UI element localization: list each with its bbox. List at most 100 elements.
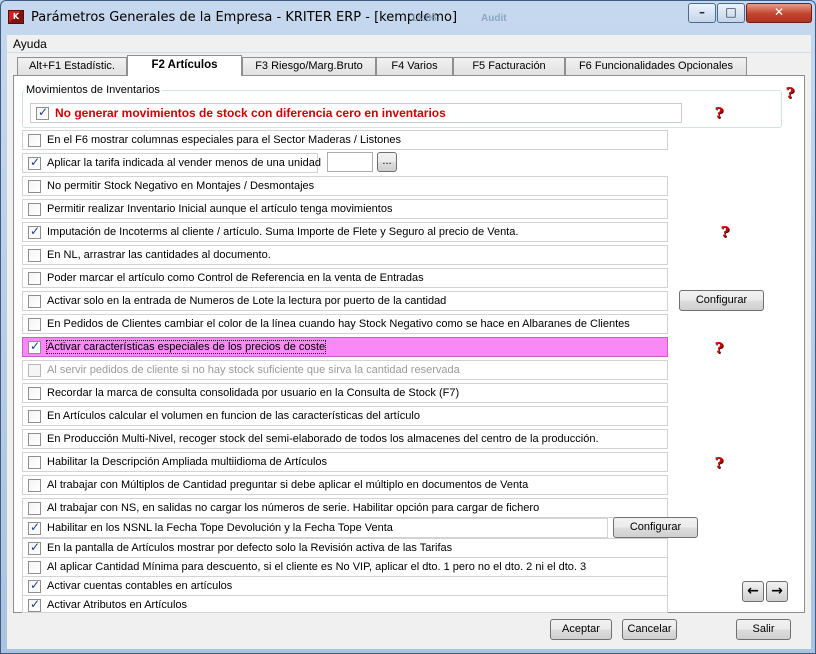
option-checkbox[interactable] <box>28 502 41 515</box>
option-label: Aplicar la tarifa indicada al vender men… <box>47 157 321 169</box>
option-checkbox[interactable] <box>28 249 41 262</box>
option-checkbox[interactable] <box>28 456 41 469</box>
help-icon[interactable]: ? <box>782 86 798 101</box>
option-checkbox[interactable] <box>28 318 41 331</box>
menu-bar: Ayuda <box>7 35 811 53</box>
option-checkbox[interactable] <box>28 387 41 400</box>
window-title: Parámetros Generales de la Empresa - KRI… <box>31 10 458 25</box>
prev-page-button[interactable]: ← <box>742 581 764 602</box>
accept-button[interactable]: Aceptar <box>550 619 612 640</box>
option-row[interactable]: En NL, arrastrar las cantidades al docum… <box>22 245 668 265</box>
option-checkbox[interactable] <box>28 410 41 423</box>
option-row[interactable]: Activar solo en la entrada de Numeros de… <box>22 291 668 311</box>
option-checkbox[interactable] <box>28 561 41 574</box>
articulos-panel: ? Movimientos de Inventarios No generar … <box>13 75 805 613</box>
tab-funcionalidades[interactable]: F6 Funcionalidades Opcionales <box>565 57 747 75</box>
inventory-option-checkbox[interactable] <box>36 105 49 120</box>
option-row[interactable]: Al aplicar Cantidad Mínima para descuent… <box>22 557 668 577</box>
minimize-button[interactable]: – <box>688 3 716 23</box>
tab-varios[interactable]: F4 Varios <box>376 57 453 75</box>
option-label: No permitir Stock Negativo en Montajes /… <box>47 180 315 192</box>
option-row[interactable]: Activar cuentas contables en artículos <box>22 576 668 596</box>
option-checkbox[interactable] <box>28 224 41 239</box>
option-label: Al servir pedidos de cliente si no hay s… <box>47 364 460 376</box>
option-row[interactable]: En la pantalla de Artículos mostrar por … <box>22 538 668 558</box>
option-checkbox[interactable] <box>28 134 41 147</box>
option-label: En NL, arrastrar las cantidades al docum… <box>47 249 271 261</box>
option-label: Al trabajar con Múltiplos de Cantidad pr… <box>47 479 529 491</box>
next-page-button[interactable]: → <box>766 581 788 602</box>
option-label: Al aplicar Cantidad Mínima para descuent… <box>47 561 587 573</box>
group-legend: Movimientos de Inventarios <box>24 84 162 96</box>
option-row: Al servir pedidos de cliente si no hay s… <box>22 360 668 380</box>
option-row[interactable]: Habilitar en los NSNL la Fecha Tope Devo… <box>22 518 608 538</box>
option-row[interactable]: Imputación de Incoterms al cliente / art… <box>22 222 668 242</box>
option-checkbox[interactable] <box>28 203 41 216</box>
option-label: En el F6 mostrar columnas especiales par… <box>47 134 401 146</box>
option-checkbox[interactable] <box>28 433 41 446</box>
option-label: En Producción Multi-Nivel, recoger stock… <box>47 433 599 445</box>
option-checkbox <box>28 364 41 377</box>
option-row[interactable]: Activar Atributos en Artículos <box>22 595 668 613</box>
configurar-lote-button[interactable]: Configurar <box>679 290 764 311</box>
tab-facturacion[interactable]: F5 Facturación <box>453 57 565 75</box>
option-checkbox[interactable] <box>28 578 41 593</box>
inventory-option-row[interactable]: No generar movimientos de stock con dife… <box>30 103 682 123</box>
option-row[interactable]: Permitir realizar Inventario Inicial aun… <box>22 199 668 219</box>
app-logo-icon: K <box>8 10 24 24</box>
option-row[interactable]: En el F6 mostrar columnas especiales par… <box>22 130 668 150</box>
tarifa-input[interactable] <box>327 152 373 172</box>
app-window: K Parámetros Generales de la Empresa - K… <box>0 0 816 654</box>
option-row[interactable]: No permitir Stock Negativo en Montajes /… <box>22 176 668 196</box>
option-label: Habilitar en los NSNL la Fecha Tope Devo… <box>47 522 393 534</box>
option-label: Habilitar la Descripción Ampliada multii… <box>47 456 328 468</box>
tab-riesgo[interactable]: F3 Riesgo/Marg.Bruto <box>242 57 376 75</box>
option-checkbox[interactable] <box>28 155 41 170</box>
option-checkbox[interactable] <box>28 339 41 354</box>
option-label: Activar cuentas contables en artículos <box>47 580 233 592</box>
minimize-icon: – <box>699 5 705 19</box>
configurar-nsnl-button[interactable]: Configurar <box>613 517 698 538</box>
option-label: Recordar la marca de consulta consolidad… <box>47 387 460 399</box>
cancel-button[interactable]: Cancelar <box>622 619 677 640</box>
option-row[interactable]: Al trabajar con NS, en salidas no cargar… <box>22 498 668 518</box>
option-label: Permitir realizar Inventario Inicial aun… <box>47 203 393 215</box>
menu-ayuda[interactable]: Ayuda <box>13 37 47 51</box>
option-row[interactable]: En Producción Multi-Nivel, recoger stock… <box>22 429 668 449</box>
option-checkbox[interactable] <box>28 520 41 535</box>
option-row[interactable]: Al trabajar con Múltiplos de Cantidad pr… <box>22 475 668 495</box>
tarifa-browse-button[interactable]: ... <box>377 152 397 172</box>
close-button[interactable]: ✕ <box>746 3 812 23</box>
maximize-button[interactable]: □ <box>717 3 745 23</box>
option-row[interactable]: Recordar la marca de consulta consolidad… <box>22 383 668 403</box>
exit-button[interactable]: Salir <box>736 619 791 640</box>
help-icon[interactable]: ? <box>711 106 727 121</box>
tab-articulos[interactable]: F2 Artículos <box>127 55 242 76</box>
option-row[interactable]: En Pedidos de Clientes cambiar el color … <box>22 314 668 334</box>
option-label: Al trabajar con NS, en salidas no cargar… <box>47 502 540 514</box>
client-area: Alt+F1 Estadístic. F2 Artículos F3 Riesg… <box>7 53 811 649</box>
option-label: En Pedidos de Clientes cambiar el color … <box>47 318 630 330</box>
help-icon[interactable]: ? <box>717 225 733 240</box>
option-label: En Artículos calcular el volumen en func… <box>47 410 420 422</box>
option-checkbox[interactable] <box>28 479 41 492</box>
option-label: Imputación de Incoterms al cliente / art… <box>47 226 519 238</box>
background-ghost-text: Audit <box>481 13 507 24</box>
help-icon[interactable]: ? <box>711 456 727 471</box>
option-label: Activar solo en la entrada de Numeros de… <box>47 295 447 307</box>
option-row[interactable]: Aplicar la tarifa indicada al vender men… <box>22 153 321 173</box>
option-checkbox[interactable] <box>28 295 41 308</box>
option-row[interactable]: Poder marcar el artículo como Control de… <box>22 268 668 288</box>
arrow-left-icon: ← <box>747 583 759 599</box>
option-checkbox[interactable] <box>28 180 41 193</box>
option-checkbox[interactable] <box>28 597 41 612</box>
tab-estadisticas[interactable]: Alt+F1 Estadístic. <box>17 57 127 75</box>
option-row[interactable]: Habilitar la Descripción Ampliada multii… <box>22 452 668 472</box>
title-bar[interactable]: K Parámetros Generales de la Empresa - K… <box>1 1 815 35</box>
option-row[interactable]: En Artículos calcular el volumen en func… <box>22 406 668 426</box>
help-icon[interactable]: ? <box>711 341 727 356</box>
option-row-selected[interactable]: Activar características especiales de lo… <box>22 337 668 357</box>
option-checkbox[interactable] <box>28 272 41 285</box>
option-checkbox[interactable] <box>28 540 41 555</box>
option-label: En la pantalla de Artículos mostrar por … <box>47 542 453 554</box>
